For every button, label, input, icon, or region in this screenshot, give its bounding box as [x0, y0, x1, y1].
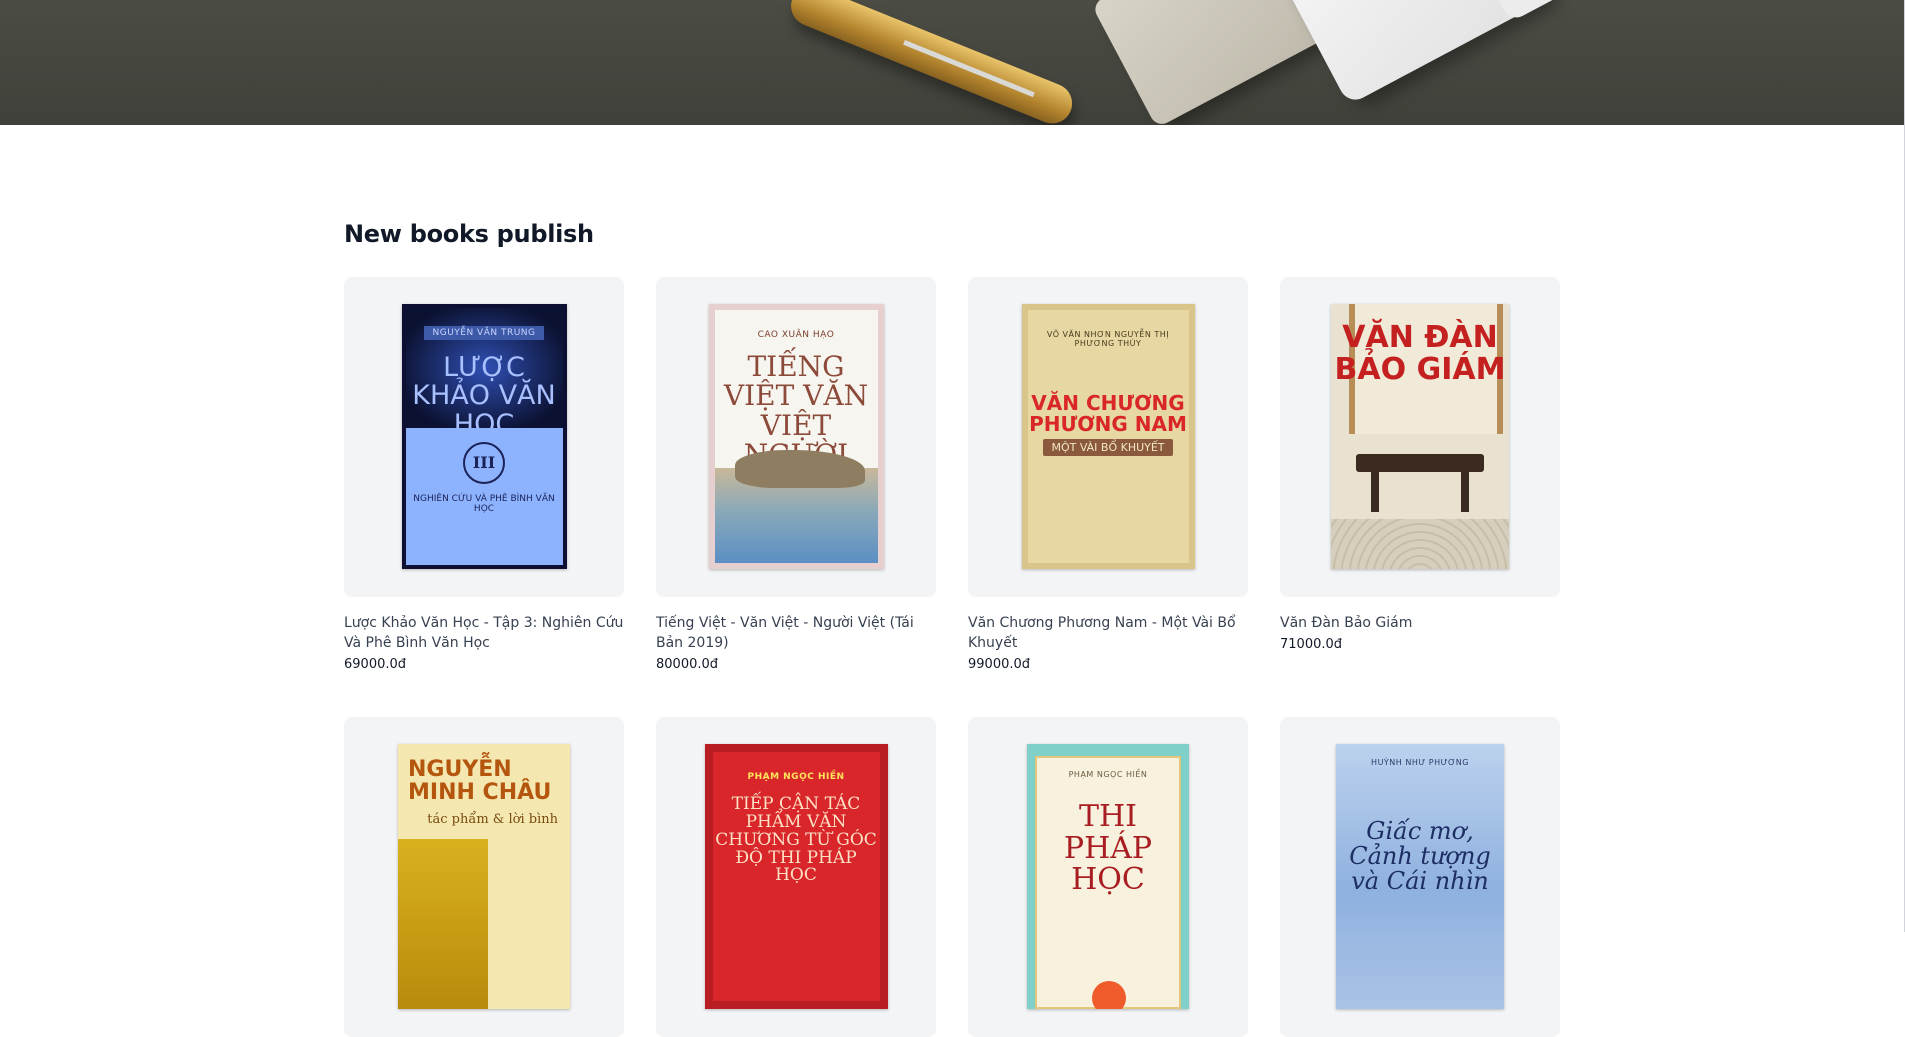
- book-card[interactable]: CAO XUÂN HẠO TIẾNG VIỆT VĂN VIỆT NGƯỜI V…: [656, 277, 936, 672]
- cover-table-legs-image: [1371, 472, 1469, 512]
- cover-title: Giấc mơ, Cảnh tượng và Cái nhìn: [1349, 817, 1491, 896]
- book-title[interactable]: Văn Chương Phương Nam - Một Vài Bổ Khuyế…: [968, 613, 1248, 653]
- pen-image: [785, 0, 1079, 125]
- section-title: New books publish: [344, 220, 594, 248]
- book-cover-frame[interactable]: PHẠM NGỌC HIỀN THI PHÁP HỌC: [968, 717, 1248, 1037]
- book-card[interactable]: NGUYỄN VĂN TRUNG LƯỢC KHẢO VĂN HỌC III N…: [344, 277, 624, 672]
- cover-band: MỘT VÀI BỔ KHUYẾT: [1043, 439, 1173, 456]
- book-card[interactable]: VÕ VĂN NHƠN NGUYỄN THỊ PHƯƠNG THÚY VĂN C…: [968, 277, 1248, 672]
- book-title[interactable]: Lược Khảo Văn Học - Tập 3: Nghiên Cứu Và…: [344, 613, 624, 653]
- book-cover[interactable]: VÕ VĂN NHƠN NGUYỄN THỊ PHƯƠNG THÚY VĂN C…: [1021, 304, 1195, 569]
- cover-title: VĂN CHƯƠNG PHƯƠNG NAM: [1029, 391, 1187, 436]
- book-cover-frame[interactable]: NGUYỄN MINH CHÂU tác phẩm & lời bình: [344, 717, 624, 1037]
- book-card[interactable]: PHẠM NGỌC HIỀN TIẾP CẬN TÁC PHẨM VĂN CHƯ…: [656, 717, 936, 1037]
- cover-author: HUỲNH NHƯ PHƯƠNG: [1371, 758, 1469, 767]
- cover-title: VĂN ĐÀN BẢO GIÁM: [1334, 320, 1506, 387]
- cover-author: NGUYỄN VĂN TRUNG: [424, 326, 544, 340]
- cover-title: THI PHÁP HỌC: [1063, 799, 1153, 897]
- book-cover-frame[interactable]: CAO XUÂN HẠO TIẾNG VIỆT VĂN VIỆT NGƯỜI V…: [656, 277, 936, 597]
- cover-author: VÕ VĂN NHƠN NGUYỄN THỊ PHƯƠNG THÚY: [1046, 330, 1170, 348]
- book-cover[interactable]: PHẠM NGỌC HIỀN TIẾP CẬN TÁC PHẨM VĂN CHƯ…: [704, 744, 888, 1009]
- book-cover[interactable]: NGUYỄN MINH CHÂU tác phẩm & lời bình: [398, 744, 570, 1009]
- cover-wave-pattern: [1331, 519, 1509, 569]
- book-cover[interactable]: PHẠM NGỌC HIỀN THI PHÁP HỌC: [1027, 744, 1189, 1009]
- cover-seascape-image: [714, 450, 878, 563]
- cover-sun-image: [1092, 981, 1126, 1009]
- cover-author: PHẠM NGỌC HIỀN: [1068, 770, 1148, 779]
- cover-title: NGUYỄN MINH CHÂU: [408, 757, 552, 806]
- book-card[interactable]: VĂN ĐÀN BẢO GIÁM Văn Đàn Bảo Giám 71000.…: [1280, 277, 1560, 652]
- cover-subtitle: NGHIÊN CỨU VÀ PHÊ BÌNH VĂN HỌC: [413, 494, 555, 514]
- cover-subtitle: tác phẩm & lời bình: [427, 812, 558, 827]
- book-cover-frame[interactable]: VÕ VĂN NHƠN NGUYỄN THỊ PHƯƠNG THÚY VĂN C…: [968, 277, 1248, 597]
- book-title[interactable]: Văn Đàn Bảo Giám: [1280, 613, 1560, 633]
- cover-title: TIẾP CẬN TÁC PHẨM VĂN CHƯƠNG TỪ GÓC ĐỘ T…: [715, 794, 877, 886]
- cover-title: LƯỢC KHẢO VĂN HỌC: [412, 352, 556, 440]
- cover-author: PHẠM NGỌC HIỀN: [747, 772, 845, 782]
- book-cover[interactable]: HUỲNH NHƯ PHƯƠNG Giấc mơ, Cảnh tượng và …: [1336, 744, 1504, 1009]
- book-price: 80000.0đ: [656, 657, 719, 672]
- book-card[interactable]: HUỲNH NHƯ PHƯƠNG Giấc mơ, Cảnh tượng và …: [1280, 717, 1560, 1037]
- book-cover[interactable]: NGUYỄN VĂN TRUNG LƯỢC KHẢO VĂN HỌC III N…: [401, 304, 567, 569]
- cover-portrait-image: [398, 839, 488, 1009]
- cover-volume: III: [463, 442, 505, 484]
- book-cover[interactable]: CAO XUÂN HẠO TIẾNG VIỆT VĂN VIỆT NGƯỜI V…: [708, 304, 884, 569]
- book-cover-frame[interactable]: HUỲNH NHƯ PHƯƠNG Giấc mơ, Cảnh tượng và …: [1280, 717, 1560, 1037]
- book-cover-frame[interactable]: VĂN ĐÀN BẢO GIÁM: [1280, 277, 1560, 597]
- book-card[interactable]: PHẠM NGỌC HIỀN THI PHÁP HỌC: [968, 717, 1248, 1037]
- hero-banner: [0, 0, 1905, 125]
- book-price: 71000.0đ: [1280, 637, 1343, 652]
- cover-author: CAO XUÂN HẠO: [757, 330, 835, 340]
- cover-table-image: [1356, 454, 1484, 472]
- book-price: 99000.0đ: [968, 657, 1031, 672]
- book-cover-frame[interactable]: PHẠM NGỌC HIỀN TIẾP CẬN TÁC PHẨM VĂN CHƯ…: [656, 717, 936, 1037]
- book-price: 69000.0đ: [344, 657, 407, 672]
- book-card[interactable]: NGUYỄN MINH CHÂU tác phẩm & lời bình: [344, 717, 624, 1037]
- book-title[interactable]: Tiếng Việt - Văn Việt - Người Việt (Tái …: [656, 613, 936, 653]
- book-cover[interactable]: VĂN ĐÀN BẢO GIÁM: [1331, 304, 1509, 569]
- book-cover-frame[interactable]: NGUYỄN VĂN TRUNG LƯỢC KHẢO VĂN HỌC III N…: [344, 277, 624, 597]
